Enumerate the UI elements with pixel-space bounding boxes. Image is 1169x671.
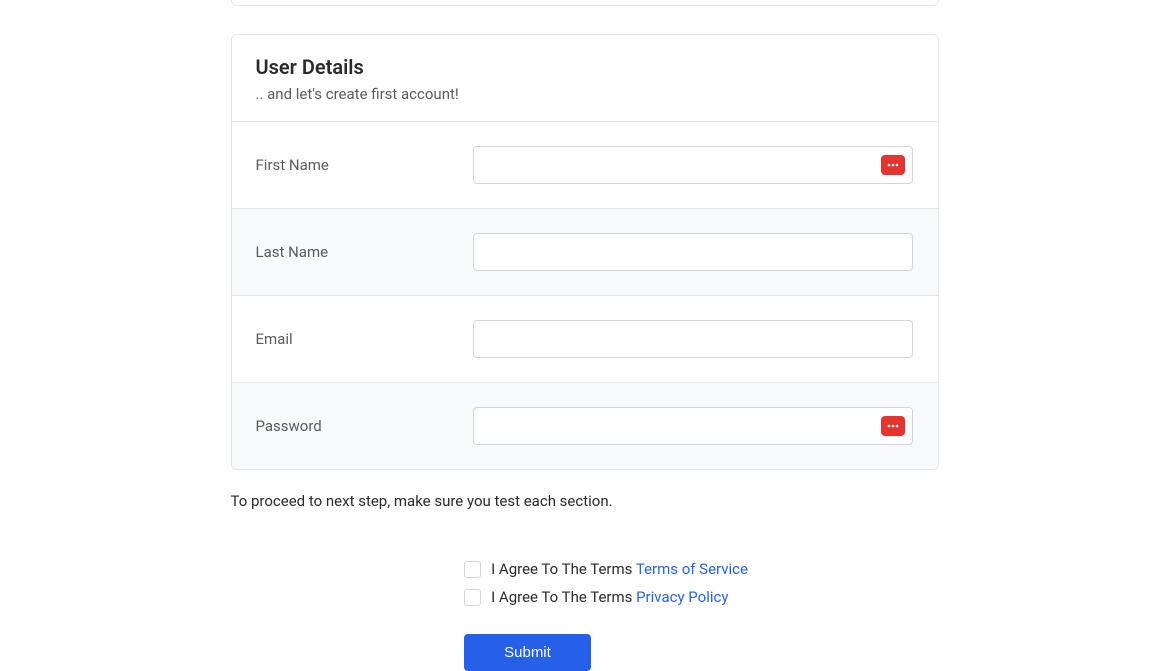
card-subtitle: .. and let's create first account! bbox=[256, 85, 914, 103]
link-privacy-policy[interactable]: Privacy Policy bbox=[636, 588, 728, 606]
user-details-card: User Details .. and let's create first a… bbox=[231, 34, 939, 470]
input-first-name[interactable] bbox=[473, 146, 914, 184]
agreement-privacy-prefix: I Agree To The Terms bbox=[491, 588, 636, 606]
agreement-privacy-row: I Agree To The Terms Privacy Policy bbox=[464, 588, 938, 606]
label-first-name: First Name bbox=[256, 156, 473, 174]
previous-card-bottom bbox=[231, 0, 939, 6]
checkbox-tos[interactable] bbox=[464, 561, 481, 578]
link-terms-of-service[interactable]: Terms of Service bbox=[636, 560, 748, 578]
label-last-name: Last Name bbox=[256, 243, 473, 261]
input-email[interactable] bbox=[473, 320, 914, 358]
checkbox-privacy[interactable] bbox=[464, 589, 481, 606]
row-first-name: First Name bbox=[232, 122, 938, 209]
label-email: Email bbox=[256, 330, 473, 348]
hint-text: To proceed to next step, make sure you t… bbox=[231, 492, 939, 510]
label-password: Password bbox=[256, 417, 473, 435]
card-title: User Details bbox=[256, 55, 914, 79]
agreement-tos-row: I Agree To The Terms Terms of Service bbox=[464, 560, 938, 578]
password-manager-icon[interactable] bbox=[881, 155, 905, 175]
input-last-name[interactable] bbox=[473, 233, 914, 271]
agreements-block: I Agree To The Terms Terms of Service I … bbox=[464, 560, 938, 606]
card-header: User Details .. and let's create first a… bbox=[232, 35, 938, 122]
row-email: Email bbox=[232, 296, 938, 383]
submit-button[interactable]: Submit bbox=[464, 634, 591, 671]
agreement-tos-prefix: I Agree To The Terms bbox=[491, 560, 636, 578]
row-last-name: Last Name bbox=[232, 209, 938, 296]
agreement-tos-label: I Agree To The Terms Terms of Service bbox=[491, 560, 748, 578]
password-manager-icon[interactable] bbox=[881, 416, 905, 436]
input-password[interactable] bbox=[473, 407, 914, 445]
row-password: Password bbox=[232, 383, 938, 469]
agreement-privacy-label: I Agree To The Terms Privacy Policy bbox=[491, 588, 728, 606]
